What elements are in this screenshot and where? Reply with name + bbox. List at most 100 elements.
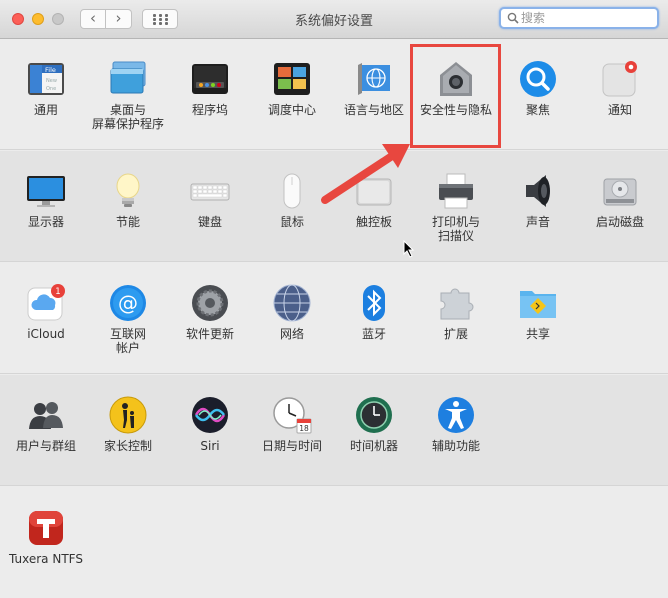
badge-count: 1 <box>55 287 60 297</box>
pane-sharing[interactable]: 共享 <box>497 283 579 341</box>
pane-energy-saver[interactable]: 节能 <box>87 171 169 229</box>
pane-extensions[interactable]: 扩展 <box>415 283 497 341</box>
system-preferences-window: ‹ › 系统偏好设置 File Ne <box>0 0 668 598</box>
desktop-screensaver-icon <box>110 61 146 94</box>
pane-label: 扩展 <box>443 327 468 341</box>
pane-label: 通知 <box>607 103 632 117</box>
svg-text:@: @ <box>118 291 138 315</box>
mouse-cursor-icon <box>403 240 415 258</box>
spotlight-icon <box>520 61 556 97</box>
pane-label: 家长控制 <box>103 439 152 453</box>
pane-spotlight[interactable]: 聚焦 <box>497 59 579 117</box>
language-region-icon <box>358 63 390 95</box>
section-internet-wireless: 1 iCloud @ 互联网 帐户 软件更新 网络 蓝牙 扩展 共享 <box>0 263 668 374</box>
show-all-button[interactable] <box>142 9 178 29</box>
back-button[interactable]: ‹ <box>80 9 106 29</box>
pane-keyboard[interactable]: 键盘 <box>169 171 251 229</box>
pane-label: 共享 <box>525 327 550 341</box>
keyboard-icon <box>190 183 230 201</box>
pane-notifications[interactable]: 通知 <box>579 59 661 117</box>
mouse-icon <box>283 173 301 209</box>
general-doc-line-1: File <box>45 66 56 74</box>
internet-accounts-icon: @ <box>110 285 146 321</box>
pane-language-region[interactable]: 语言与地区 <box>333 59 415 117</box>
pane-date-time[interactable]: 18 日期与时间 <box>251 395 333 453</box>
pane-label: 语言与地区 <box>343 103 404 117</box>
pane-users-groups[interactable]: 用户与群组 <box>5 395 87 453</box>
pane-label: 节能 <box>115 215 140 229</box>
parental-controls-icon <box>109 396 147 434</box>
zoom-window-button[interactable] <box>52 13 64 25</box>
pane-label: Tuxera NTFS <box>9 552 83 566</box>
pane-printers-scanners[interactable]: 打印机与 扫描仪 <box>415 171 497 243</box>
pane-label: 启动磁盘 <box>595 215 644 229</box>
pane-label: 用户与群组 <box>15 439 76 453</box>
pane-startup-disk[interactable]: 启动磁盘 <box>579 171 661 229</box>
pane-label: 声音 <box>525 215 550 229</box>
section-other: Tuxera NTFS <box>0 487 668 598</box>
dock-icon <box>192 64 228 94</box>
calendar-day: 18 <box>299 424 309 433</box>
search-icon <box>507 12 519 24</box>
pane-label: 桌面与 屏幕保护程序 <box>91 103 164 131</box>
pane-sound[interactable]: 声音 <box>497 171 579 229</box>
pane-internet-accounts[interactable]: @ 互联网 帐户 <box>87 283 169 355</box>
pane-label: 调度中心 <box>267 103 316 117</box>
pane-accessibility[interactable]: 辅助功能 <box>415 395 497 453</box>
pane-time-machine[interactable]: 时间机器 <box>333 395 415 453</box>
pane-label: 显示器 <box>27 215 64 229</box>
general-doc-line-3: One <box>46 86 56 92</box>
notifications-icon <box>602 61 637 97</box>
pane-bluetooth[interactable]: 蓝牙 <box>333 283 415 341</box>
extensions-icon <box>440 288 474 320</box>
pane-label: Siri <box>200 439 220 453</box>
siri-icon <box>192 397 228 433</box>
pane-label: 聚焦 <box>525 103 550 117</box>
startup-disk-icon <box>603 178 637 206</box>
accessibility-icon <box>438 397 474 433</box>
forward-button[interactable]: › <box>106 9 132 29</box>
printer-icon <box>439 173 473 209</box>
sound-icon <box>526 175 550 207</box>
time-machine-icon <box>356 397 392 433</box>
displays-icon <box>27 176 65 207</box>
pane-label: 键盘 <box>197 215 222 229</box>
pane-siri[interactable]: Siri <box>169 395 251 453</box>
chevron-right-icon: › <box>115 9 122 27</box>
pane-displays[interactable]: 显示器 <box>5 171 87 229</box>
pane-tuxera-ntfs[interactable]: Tuxera NTFS <box>5 508 87 566</box>
pane-label: 蓝牙 <box>361 327 386 341</box>
pane-label: 触控板 <box>355 215 392 229</box>
pane-label: iCloud <box>27 327 65 341</box>
tuxera-ntfs-icon <box>29 511 63 545</box>
pane-parental-controls[interactable]: 家长控制 <box>87 395 169 453</box>
search-input[interactable] <box>521 10 651 26</box>
pane-label: 网络 <box>279 327 304 341</box>
pane-icloud[interactable]: 1 iCloud <box>5 283 87 341</box>
title-bar: ‹ › 系统偏好设置 <box>0 0 668 39</box>
software-update-icon <box>192 285 228 321</box>
pane-network[interactable]: 网络 <box>251 283 333 341</box>
chevron-left-icon: ‹ <box>90 9 96 27</box>
icloud-icon: 1 <box>27 284 65 321</box>
bluetooth-icon <box>363 285 385 321</box>
pane-label: 互联网 帐户 <box>109 327 146 355</box>
pane-general[interactable]: File New One 通用 <box>5 59 87 117</box>
pane-label: 程序坞 <box>191 103 228 117</box>
pane-desktop[interactable]: 桌面与 屏幕保护程序 <box>87 59 169 131</box>
general-doc-line-2: New <box>46 78 57 84</box>
pane-software-update[interactable]: 软件更新 <box>169 283 251 341</box>
mission-control-icon <box>274 63 310 95</box>
pane-mission-control[interactable]: 调度中心 <box>251 59 333 117</box>
pane-label: 鼠标 <box>279 215 304 229</box>
pane-label: 软件更新 <box>185 327 234 341</box>
minimize-window-button[interactable] <box>32 13 44 25</box>
pane-label: 时间机器 <box>349 439 398 453</box>
pane-label: 通用 <box>33 103 58 117</box>
pane-dock[interactable]: 程序坞 <box>169 59 251 117</box>
close-window-button[interactable] <box>12 13 24 25</box>
general-icon: File New One <box>28 63 64 95</box>
users-groups-icon <box>29 402 63 429</box>
search-field[interactable] <box>499 7 659 29</box>
sharing-icon <box>520 291 556 318</box>
